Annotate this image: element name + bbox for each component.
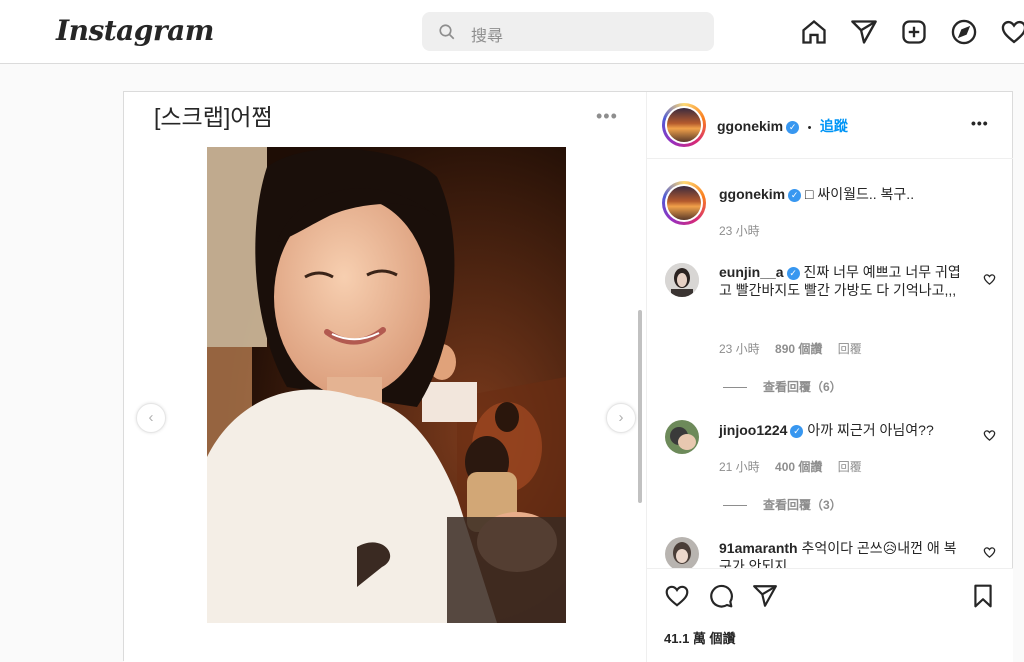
author-avatar[interactable] [662, 103, 706, 147]
caption: ggonekim ✓ □ 싸이월드.. 복구.. [719, 185, 999, 203]
new-post-icon[interactable] [900, 18, 928, 46]
media-more-options-icon[interactable]: ••• [596, 106, 618, 127]
comment: 91amaranth 추억이다 곤쓰😥내껀 애 복구가 안되지 [719, 539, 969, 568]
post-actions-bar: 41.1 萬 個讚 [647, 568, 1013, 662]
comment-username[interactable]: eunjin__a [719, 264, 784, 280]
comment-like-heart-icon[interactable] [983, 429, 996, 442]
separator-dot: • [807, 122, 812, 134]
post-like-count[interactable]: 41.1 萬 個讚 [664, 628, 736, 647]
comment-time: 21 小時 [719, 460, 760, 474]
comment-username[interactable]: jinjoo1224 [719, 422, 787, 438]
comment: jinjoo1224 ✓ 아까 찌근거 아님여?? [719, 421, 979, 439]
comment-avatar[interactable] [665, 537, 699, 568]
view-replies-button[interactable]: 查看回覆（6） [723, 378, 842, 395]
post-sidebar: ggonekim ✓ • 追蹤 ••• ggonekim ✓ □ 싸이월드.. 복구… [647, 92, 1013, 662]
post-more-options-icon[interactable]: ••• [971, 115, 989, 131]
verified-badge-icon: ✓ [786, 121, 800, 134]
comment-username[interactable]: 91amaranth [719, 540, 798, 556]
search-box[interactable]: 搜尋 [422, 12, 714, 51]
post-card: [스크랩]어쩜 ••• ‹ › ggonekim ✓ • 追蹤 ••• ggon… [123, 91, 1013, 662]
comment-meta: 21 小時 400 個讚 回覆 [719, 458, 862, 475]
comment-time: 23 小時 [719, 342, 760, 356]
post-header: ggonekim ✓ • 追蹤 ••• [647, 92, 1013, 159]
photo-illustration [207, 147, 566, 623]
comments-list: ggonekim ✓ □ 싸이월드.. 복구.. 23 小時 eunjin__a ✓… [647, 160, 1013, 568]
caption-avatar[interactable] [662, 181, 706, 225]
author-line: ggonekim ✓ • 追蹤 [717, 116, 848, 136]
follow-button[interactable]: 追蹤 [820, 118, 848, 134]
comment-avatar[interactable] [665, 420, 699, 454]
comment-like-heart-icon[interactable] [983, 273, 996, 286]
view-replies-button[interactable]: 查看回覆（3） [723, 496, 842, 513]
verified-badge-icon: ✓ [788, 189, 802, 202]
like-heart-icon[interactable] [664, 583, 690, 609]
comment-icon[interactable] [708, 583, 734, 609]
reply-button[interactable]: 回覆 [838, 342, 862, 356]
previous-photo-button[interactable]: ‹ [136, 403, 166, 433]
reply-button[interactable]: 回覆 [838, 460, 862, 474]
top-navigation-bar: Instagram 搜尋 [0, 0, 1024, 64]
next-photo-button[interactable]: › [606, 403, 636, 433]
comment: eunjin__a ✓ 진짜 너무 예쁘고 너무 귀엽고 빨간바지도 빨간 가방도… [719, 263, 969, 299]
post-photo[interactable] [207, 147, 566, 623]
home-icon[interactable] [800, 18, 828, 46]
explore-icon[interactable] [950, 18, 978, 46]
save-bookmark-icon[interactable] [970, 583, 996, 609]
verified-badge-icon: ✓ [790, 425, 804, 438]
share-icon[interactable] [752, 583, 778, 609]
direct-message-icon[interactable] [850, 18, 878, 46]
author-username[interactable]: ggonekim [717, 118, 783, 134]
post-title: [스크랩]어쩜 [154, 104, 273, 130]
comment-meta: 23 小時 890 個讚 回覆 [719, 340, 862, 357]
instagram-logo[interactable]: Instagram [56, 14, 214, 47]
comment-like-count[interactable]: 400 個讚 [775, 460, 822, 474]
comment-like-heart-icon[interactable] [983, 546, 996, 559]
activity-heart-icon[interactable] [1000, 18, 1024, 46]
verified-badge-icon: ✓ [786, 267, 800, 280]
caption-text: □ 싸이월드.. 복구.. [805, 186, 915, 202]
media-scrollbar[interactable] [638, 310, 642, 503]
comment-text: 아까 찌근거 아님여?? [807, 422, 934, 438]
search-icon [439, 24, 455, 40]
comment-like-count[interactable]: 890 個讚 [775, 342, 822, 356]
search-placeholder: 搜尋 [471, 28, 504, 45]
caption-username[interactable]: ggonekim [719, 186, 785, 202]
post-media-area: [스크랩]어쩜 ••• ‹ › [124, 92, 647, 662]
caption-time: 23 小時 [719, 224, 760, 238]
comment-avatar[interactable] [665, 263, 699, 297]
